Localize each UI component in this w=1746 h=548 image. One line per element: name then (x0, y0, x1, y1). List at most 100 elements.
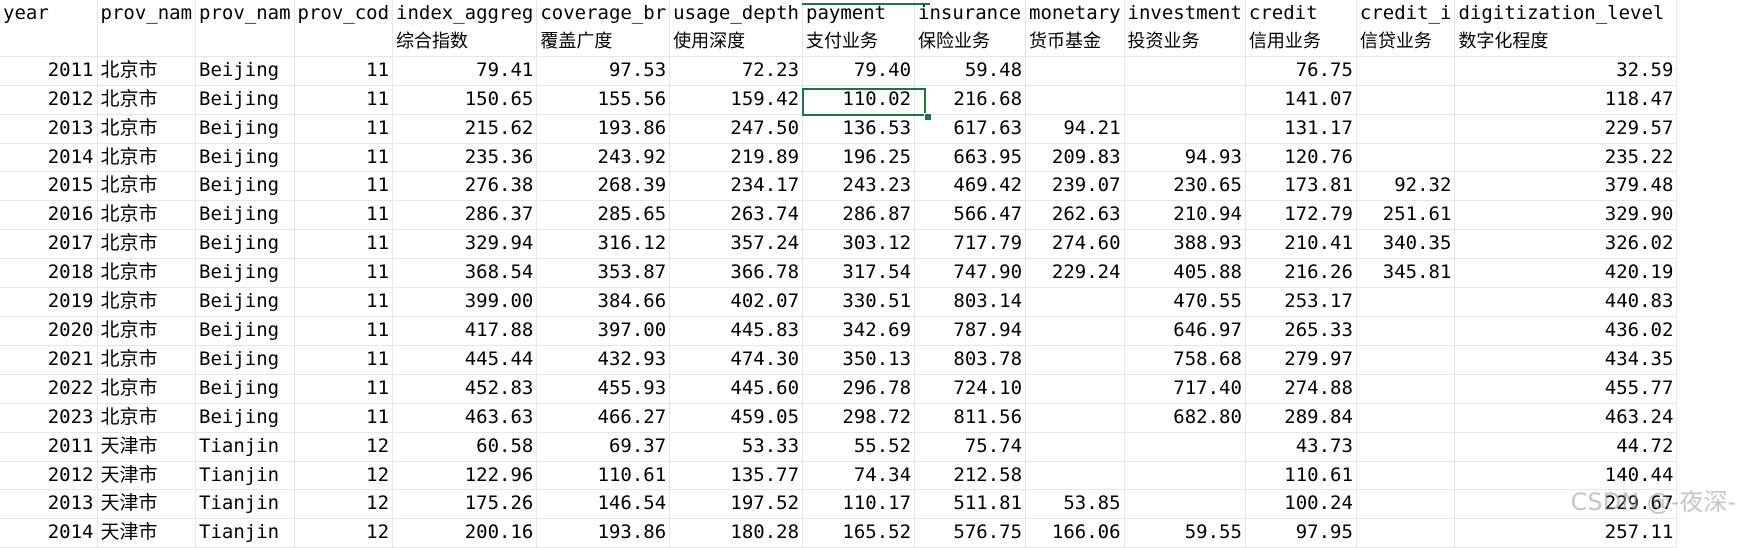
table-cell[interactable]: 717.40 (1124, 374, 1246, 404)
table-cell[interactable] (1124, 85, 1246, 115)
table-cell[interactable] (1025, 316, 1125, 346)
table-cell[interactable]: 2012 (0, 85, 98, 115)
table-cell[interactable]: 北京市 (97, 287, 197, 317)
table-cell[interactable]: 11 (294, 143, 394, 173)
table-cell[interactable]: Beijing (195, 345, 295, 375)
table-cell[interactable]: 59.55 (1124, 518, 1246, 548)
table-cell[interactable]: 69.37 (536, 432, 671, 462)
table-cell[interactable]: 216.26 (1245, 258, 1357, 289)
table-cell[interactable]: 97.53 (536, 56, 671, 86)
table-cell[interactable]: 97.95 (1245, 518, 1357, 548)
table-cell[interactable]: 11 (294, 287, 394, 317)
table-cell[interactable]: 2021 (0, 345, 98, 375)
table-cell[interactable]: Beijing (195, 287, 295, 317)
table-cell[interactable]: 180.28 (669, 518, 804, 548)
table-cell[interactable]: 397.00 (536, 316, 671, 346)
table-cell[interactable]: 268.39 (536, 171, 671, 202)
header-label-cell[interactable]: 数字化程度 (1454, 27, 1678, 57)
table-cell[interactable]: 469.42 (914, 171, 1027, 202)
table-cell[interactable]: 298.72 (802, 403, 916, 433)
table-cell[interactable]: 146.54 (536, 489, 671, 520)
table-cell[interactable]: Beijing (195, 85, 295, 115)
header-cell[interactable]: prov_nam (195, 0, 295, 28)
table-cell[interactable]: 466.27 (536, 403, 671, 433)
table-cell[interactable]: 229.57 (1454, 114, 1678, 144)
table-cell[interactable]: 286.87 (802, 200, 916, 231)
table-cell[interactable]: 747.90 (914, 258, 1027, 289)
table-cell[interactable]: 11 (294, 114, 394, 144)
table-cell[interactable]: 326.02 (1454, 229, 1678, 260)
table-cell[interactable]: 212.58 (914, 461, 1027, 491)
table-cell[interactable]: 60.58 (392, 432, 538, 462)
table-cell[interactable]: 118.47 (1454, 85, 1678, 115)
table-cell[interactable]: 173.81 (1245, 171, 1357, 202)
table-cell[interactable]: 55.52 (802, 432, 916, 462)
table-cell[interactable]: 316.12 (536, 229, 671, 260)
table-cell[interactable]: 12 (294, 518, 394, 548)
table-cell[interactable]: 230.65 (1124, 171, 1246, 202)
table-cell[interactable]: 445.60 (669, 374, 804, 404)
table-cell[interactable]: 11 (294, 56, 394, 86)
table-cell[interactable]: 2017 (0, 229, 98, 260)
header-cell[interactable]: prov_cod (294, 0, 394, 28)
table-cell[interactable]: 379.48 (1454, 171, 1678, 202)
table-cell[interactable]: 459.05 (669, 403, 804, 433)
table-cell[interactable]: 234.17 (669, 171, 804, 202)
table-cell[interactable]: 463.24 (1454, 403, 1678, 433)
table-cell[interactable]: 239.07 (1025, 171, 1125, 202)
table-cell[interactable] (1124, 114, 1246, 144)
table-cell[interactable] (1025, 403, 1125, 433)
table-cell[interactable] (1025, 432, 1125, 462)
table-cell[interactable]: 193.86 (536, 114, 671, 144)
table-cell[interactable]: 北京市 (97, 258, 197, 289)
table-cell[interactable]: 342.69 (802, 316, 916, 346)
header-label-cell[interactable]: 保险业务 (914, 27, 1027, 57)
table-cell[interactable]: 北京市 (97, 403, 197, 433)
table-cell[interactable]: 2011 (0, 432, 98, 462)
table-cell[interactable]: 329.94 (392, 229, 538, 260)
table-cell[interactable]: 405.88 (1124, 258, 1246, 289)
table-cell[interactable]: 2020 (0, 316, 98, 346)
table-cell[interactable] (1356, 85, 1456, 115)
table-cell[interactable] (1356, 345, 1456, 375)
table-cell[interactable]: 44.72 (1454, 432, 1678, 462)
table-cell[interactable]: 811.56 (914, 403, 1027, 433)
table-cell[interactable]: 2019 (0, 287, 98, 317)
spreadsheet-grid[interactable]: year prov_nam prov_nam prov_cod index_aggreg… (0, 0, 1746, 548)
table-cell[interactable] (1124, 489, 1246, 520)
table-cell[interactable]: 32.59 (1454, 56, 1678, 86)
table-cell[interactable]: 445.44 (392, 345, 538, 375)
table-cell[interactable]: 2022 (0, 374, 98, 404)
header-label-cell[interactable] (97, 27, 197, 57)
table-cell[interactable]: 155.56 (536, 85, 671, 115)
table-cell[interactable] (1356, 518, 1456, 548)
table-cell[interactable]: 11 (294, 316, 394, 346)
table-cell[interactable]: Beijing (195, 316, 295, 346)
table-cell[interactable]: 262.63 (1025, 200, 1125, 231)
table-cell[interactable]: Beijing (195, 114, 295, 144)
table-cell[interactable]: 210.41 (1245, 229, 1357, 260)
table-cell[interactable]: 474.30 (669, 345, 804, 375)
table-cell[interactable]: 682.80 (1124, 403, 1246, 433)
table-cell[interactable]: Beijing (195, 56, 295, 86)
table-cell[interactable]: 2018 (0, 258, 98, 289)
table-cell[interactable]: 79.41 (392, 56, 538, 86)
table-cell[interactable]: 219.89 (669, 143, 804, 173)
table-cell[interactable]: 43.73 (1245, 432, 1357, 462)
table-cell[interactable]: 366.78 (669, 258, 804, 289)
table-cell[interactable]: 165.52 (802, 518, 916, 548)
table-cell[interactable]: 150.65 (392, 85, 538, 115)
header-label-cell[interactable]: 支付业务 (802, 27, 916, 57)
table-cell[interactable]: 天津市 (97, 461, 197, 491)
header-label-cell[interactable]: 综合指数 (392, 27, 538, 57)
table-cell[interactable]: 11 (294, 171, 394, 202)
table-cell[interactable]: 440.83 (1454, 287, 1678, 317)
table-cell[interactable]: 159.42 (669, 85, 804, 115)
table-cell[interactable]: Beijing (195, 143, 295, 173)
table-cell[interactable]: 131.17 (1245, 114, 1357, 144)
table-cell[interactable]: 317.54 (802, 258, 916, 289)
table-cell[interactable]: 243.23 (802, 171, 916, 202)
table-cell[interactable]: 455.93 (536, 374, 671, 404)
table-cell[interactable] (1356, 403, 1456, 433)
table-cell[interactable]: 200.16 (392, 518, 538, 548)
